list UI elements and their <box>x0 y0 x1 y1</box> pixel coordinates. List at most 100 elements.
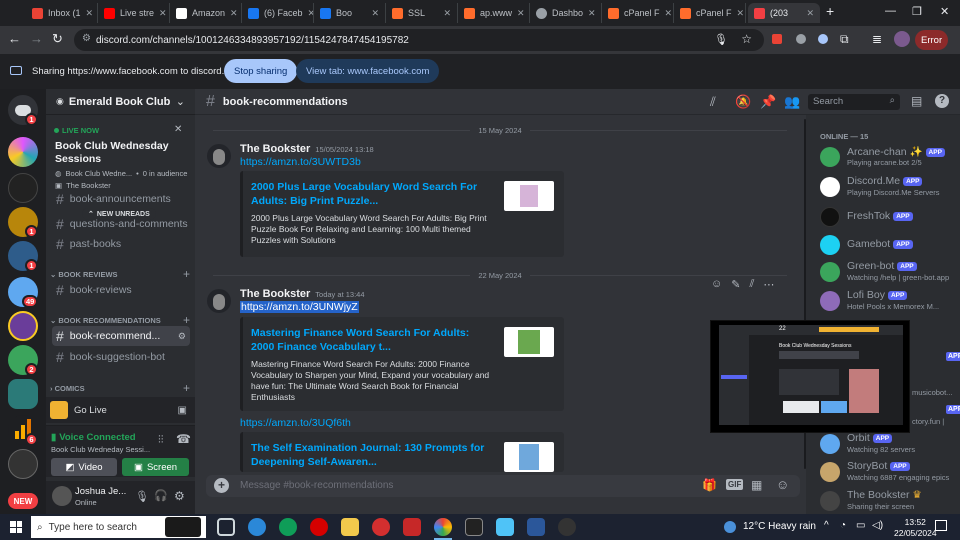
add-channel-icon[interactable]: + <box>183 267 190 281</box>
go-live-screen-icon[interactable]: ▣ <box>178 405 187 416</box>
create-thread-icon[interactable]: ⫽ <box>749 278 754 291</box>
message-link[interactable]: https://amzn.to/3UWTD3b <box>240 156 361 168</box>
server-header[interactable]: ◉ Emerald Book Club ⌄ <box>46 89 195 115</box>
add-channel-icon[interactable]: + <box>183 313 190 327</box>
embed-title[interactable]: Mastering Finance Word Search For Adults… <box>251 326 493 354</box>
channel-past-books[interactable]: # past-books <box>52 234 190 254</box>
opera-icon[interactable] <box>310 518 328 536</box>
maximize-button[interactable]: ❐ <box>912 5 922 18</box>
noise-suppression-icon[interactable]: ⫶⫶ <box>158 434 164 447</box>
profile-avatar[interactable] <box>894 31 910 47</box>
video-button[interactable]: ◩ Video <box>51 458 117 476</box>
member-item[interactable]: Green-bot APP Watching /help | green-bot.a… <box>818 260 958 284</box>
emoji-icon[interactable]: ☺ <box>776 477 789 492</box>
opera-gx-icon[interactable] <box>372 518 390 536</box>
browser-tab[interactable]: Dashbo ✕ <box>530 3 602 23</box>
sticker-icon[interactable]: ▦ <box>751 478 762 492</box>
channel-book-reviews[interactable]: # book-reviews <box>52 280 190 300</box>
capcut-icon[interactable] <box>465 518 483 536</box>
channel-book-recommendations-active[interactable]: # book-recommend... ⚙ <box>52 326 190 346</box>
chrome-icon[interactable] <box>434 518 452 536</box>
member-item[interactable]: Lofi Boy APP Hotel Pools x Memorex M... <box>818 289 958 313</box>
close-tab-icon[interactable]: ✕ <box>86 8 94 19</box>
channel-questions-and-comments[interactable]: # questions-and-comments <box>52 218 190 230</box>
extension-icon[interactable] <box>796 34 806 44</box>
app-icon[interactable] <box>496 518 514 536</box>
user-settings-icon[interactable]: ⚙ <box>174 489 185 503</box>
browser-tab[interactable]: cPanel F ✕ <box>602 3 674 23</box>
weather-icon[interactable] <box>724 521 736 533</box>
avatar[interactable] <box>207 144 231 168</box>
message-link[interactable]: https://amzn.to/3UQf6th <box>240 417 351 429</box>
message-author[interactable]: The Bookster <box>240 288 310 300</box>
gif-icon[interactable]: GIF <box>726 479 744 490</box>
windows-start-icon[interactable] <box>10 521 22 533</box>
server-icon[interactable] <box>8 449 38 479</box>
view-tab-button[interactable]: View tab: www.facebook.com <box>296 59 440 83</box>
tray-chevron-icon[interactable]: ^ <box>824 520 829 531</box>
mute-notifications-icon[interactable]: 🔕 <box>735 94 751 110</box>
member-item[interactable]: The Bookster ♛ Sharing their screen <box>818 489 958 513</box>
close-tab-icon[interactable]: ✕ <box>588 8 596 19</box>
browser-tab[interactable]: Boo ✕ <box>314 3 386 23</box>
avatar[interactable] <box>207 289 231 313</box>
forward-icon[interactable]: → <box>30 31 43 46</box>
new-tab-button[interactable]: + <box>826 3 834 19</box>
search-input[interactable]: Search ⌕ <box>808 94 900 110</box>
close-tab-icon[interactable]: ✕ <box>230 8 238 19</box>
browser-tab[interactable]: Amazon ✕ <box>170 3 242 23</box>
browser-tab-active[interactable]: (203 ✕ <box>748 3 820 23</box>
member-item[interactable]: StoryBot APP Watching 6887 engaging epics <box>818 460 958 484</box>
screen-share-button[interactable]: ▣ Screen <box>122 458 189 476</box>
stream-pip-window[interactable]: 22 Book Club Wednesday Sessions <box>710 320 910 433</box>
app-icon[interactable] <box>558 518 576 536</box>
edge-browser-icon[interactable] <box>279 518 297 536</box>
microphone-icon[interactable]: 🎙 <box>714 33 728 46</box>
gift-icon[interactable]: 🎁 <box>702 478 717 492</box>
extension-icon[interactable] <box>818 34 828 44</box>
member-item[interactable]: Gamebot APP <box>818 233 958 257</box>
message-link-selected[interactable]: https://amzn.to/3UNWjyZ <box>240 301 359 313</box>
mute-mic-icon[interactable]: 🎙 <box>135 490 149 503</box>
embed-thumbnail[interactable] <box>504 181 554 211</box>
server-icon[interactable] <box>8 173 38 203</box>
message-author[interactable]: The Bookster <box>240 143 310 155</box>
channel-book-announcements[interactable]: # book-announcements <box>52 193 190 205</box>
browser-tab[interactable]: SSL ✕ <box>386 3 458 23</box>
settings-gear-icon[interactable]: ⚙ <box>178 331 186 342</box>
inbox-icon[interactable]: ▤ <box>911 94 922 108</box>
channel-book-suggestion-bot[interactable]: # book-suggestion-bot <box>52 347 190 367</box>
extension-icon[interactable] <box>772 34 782 44</box>
weather-text[interactable]: 12°C Heavy rain <box>743 521 816 532</box>
embed-title[interactable]: 2000 Plus Large Vocabulary Word Search F… <box>251 180 493 208</box>
embed-thumbnail[interactable] <box>504 442 554 472</box>
close-tab-icon[interactable]: ✕ <box>665 8 673 19</box>
member-item[interactable]: FreshTok APP <box>818 205 958 229</box>
minimize-button[interactable]: — <box>885 5 896 17</box>
reload-icon[interactable]: ↻ <box>52 31 63 47</box>
pinned-messages-icon[interactable]: 📌 <box>760 94 776 110</box>
reading-list-icon[interactable]: ≣ <box>872 32 882 46</box>
edit-icon[interactable]: ✎ <box>731 278 740 291</box>
close-window-button[interactable]: ✕ <box>940 5 949 18</box>
member-item[interactable]: Arcane-chan ✨ APP Playing arcane.bot 2/5 <box>818 145 958 169</box>
browser-tab[interactable]: (6) Faceb✕ <box>242 3 314 23</box>
wifi-icon[interactable]: ◔ <box>840 520 846 531</box>
task-view-icon[interactable] <box>217 518 235 536</box>
member-item[interactable]: Discord.Me APP Playing Discord.Me Servers <box>818 175 958 199</box>
stop-sharing-button[interactable]: Stop sharing <box>224 59 298 83</box>
close-tab-icon[interactable]: ✕ <box>737 8 745 19</box>
member-list-icon[interactable]: 👥 <box>784 94 800 110</box>
close-tab-icon[interactable]: ✕ <box>159 8 167 19</box>
disconnect-icon[interactable]: ☎ <box>176 432 191 446</box>
close-tab-icon[interactable]: ✕ <box>443 8 451 19</box>
network-icon[interactable]: ▭ <box>856 520 865 531</box>
embed-thumbnail[interactable] <box>504 327 554 357</box>
browser-tab[interactable]: Inbox (1 ✕ <box>26 3 98 23</box>
avatar[interactable] <box>52 486 72 506</box>
browser-tab[interactable]: ap.www ✕ <box>458 3 530 23</box>
dismiss-event-icon[interactable]: ✕ <box>174 124 182 135</box>
close-tab-icon[interactable]: ✕ <box>517 8 525 19</box>
back-icon[interactable]: ← <box>8 31 21 46</box>
url-input[interactable]: ⚙ discord.com/channels/10012463348939571… <box>74 29 764 51</box>
